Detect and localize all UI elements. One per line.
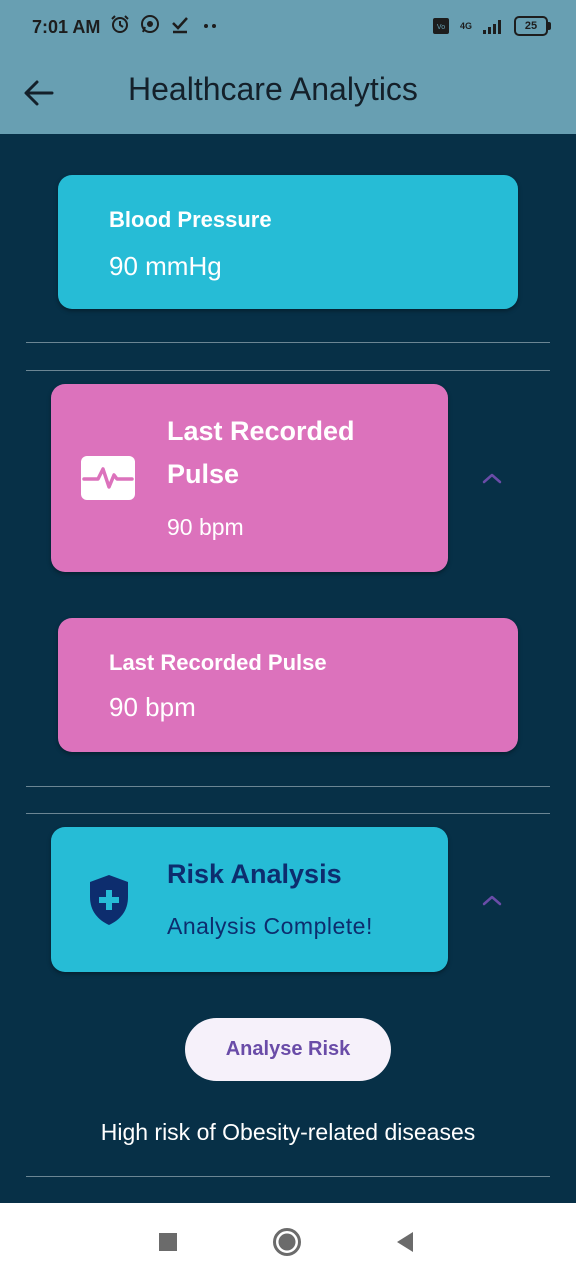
network-type: 4G (459, 21, 472, 31)
back-arrow-icon[interactable] (22, 76, 56, 110)
battery-icon: 25 (514, 16, 551, 36)
analyse-risk-button[interactable]: Analyse Risk (185, 1018, 391, 1081)
home-circle-icon[interactable] (272, 1227, 302, 1257)
signal-icon (483, 20, 501, 34)
pulse-expansion-tile[interactable]: Last Recorded Pulse 90 bpm (51, 384, 448, 572)
volte-icon: Vo (432, 18, 449, 34)
pulse-tile-title-line1: Last Recorded (167, 416, 355, 446)
check-icon (172, 17, 188, 34)
blood-pressure-title: Blood Pressure (109, 207, 272, 232)
last-recorded-pulse-card: Last Recorded Pulse 90 bpm (58, 618, 518, 752)
page-title: Healthcare Analytics (128, 71, 418, 107)
recents-square-icon[interactable] (157, 1231, 179, 1253)
blood-pressure-card: Blood Pressure 90 mmHg (58, 175, 518, 309)
chevron-up-icon[interactable] (481, 471, 503, 485)
blood-pressure-value: 90 mmHg (109, 251, 222, 281)
svg-text:Vo: Vo (437, 24, 445, 31)
divider (26, 813, 550, 814)
status-system-icons: Vo 4G 25 (432, 16, 551, 36)
divider (26, 786, 550, 787)
back-triangle-icon[interactable] (394, 1230, 416, 1254)
chevron-up-icon[interactable] (481, 893, 503, 907)
heart-monitor-icon (81, 456, 135, 500)
risk-analysis-title: Risk Analysis (167, 859, 342, 889)
system-navigation-bar (0, 1203, 576, 1280)
pulse-card-title: Last Recorded Pulse (109, 650, 327, 675)
divider (26, 342, 550, 343)
pulse-tile-value: 90 bpm (167, 514, 244, 540)
shield-plus-icon (90, 875, 128, 925)
divider (26, 1176, 550, 1177)
pulse-tile-title-line2: Pulse (167, 459, 240, 489)
risk-analysis-tile[interactable]: Risk Analysis Analysis Complete! (51, 827, 448, 972)
whatsapp-icon (141, 15, 159, 33)
alarm-icon (111, 15, 129, 33)
status-notification-icons (110, 14, 220, 34)
app-bar: Healthcare Analytics (0, 56, 576, 134)
pulse-card-value: 90 bpm (109, 692, 196, 722)
risk-result-text: High risk of Obesity-related diseases (100, 1119, 476, 1145)
status-time: 7:01 AM (32, 17, 101, 37)
more-dots-icon (204, 24, 216, 28)
status-bar: 7:01 AM Vo 4G 25 (0, 0, 576, 56)
risk-analysis-subtitle: Analysis Complete! (167, 913, 373, 939)
divider (26, 370, 550, 371)
